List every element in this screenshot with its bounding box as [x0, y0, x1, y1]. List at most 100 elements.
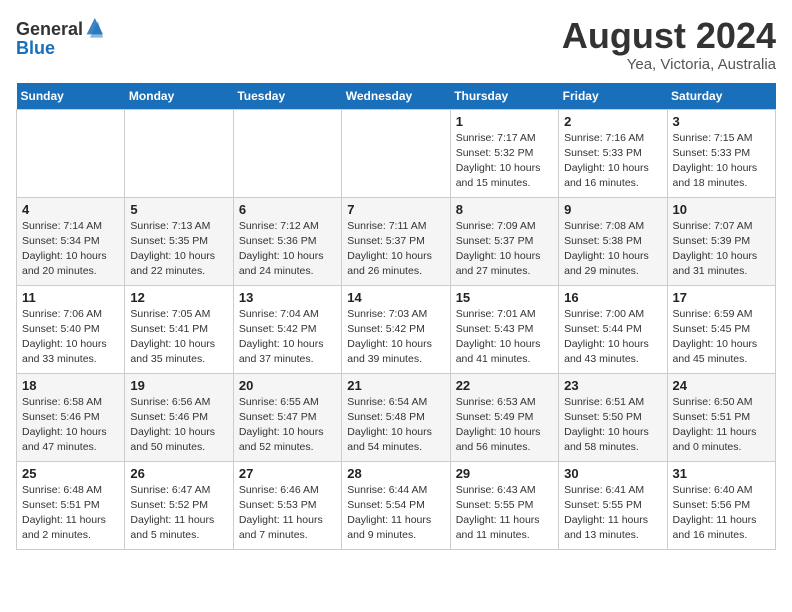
day-number: 20 — [239, 378, 336, 393]
day-number: 19 — [130, 378, 227, 393]
day-number: 1 — [456, 114, 553, 129]
day-info: Sunrise: 7:12 AMSunset: 5:36 PMDaylight:… — [239, 219, 336, 280]
day-info: Sunrise: 6:44 AMSunset: 5:54 PMDaylight:… — [347, 483, 444, 544]
calendar-cell: 24Sunrise: 6:50 AMSunset: 5:51 PMDayligh… — [667, 373, 775, 461]
logo: General Blue — [16, 16, 103, 59]
day-info: Sunrise: 6:54 AMSunset: 5:48 PMDaylight:… — [347, 395, 444, 456]
day-info: Sunrise: 6:43 AMSunset: 5:55 PMDaylight:… — [456, 483, 553, 544]
calendar-cell: 20 Sunrise: 6:55 AMSunset: 5:47 PMDayligh… — [233, 373, 341, 461]
calendar-cell: 18 Sunrise: 6:58 AMSunset: 5:46 PMDayligh… — [17, 373, 125, 461]
calendar-cell: 2 Sunrise: 7:16 AMSunset: 5:33 PMDaylight… — [559, 109, 667, 197]
day-number: 4 — [22, 202, 119, 217]
day-info: Sunrise: 7:06 AMSunset: 5:40 PMDaylight:… — [22, 307, 119, 368]
day-number: 9 — [564, 202, 661, 217]
calendar-week-row: 18 Sunrise: 6:58 AMSunset: 5:46 PMDayligh… — [17, 373, 776, 461]
calendar-cell: 3 Sunrise: 7:15 AMSunset: 5:33 PMDaylight… — [667, 109, 775, 197]
calendar-cell: 29 Sunrise: 6:43 AMSunset: 5:55 PMDayligh… — [450, 461, 558, 549]
calendar-cell: 8 Sunrise: 7:09 AMSunset: 5:37 PMDaylight… — [450, 197, 558, 285]
day-number: 29 — [456, 466, 553, 481]
calendar-cell: 6Sunrise: 7:12 AMSunset: 5:36 PMDaylight… — [233, 197, 341, 285]
calendar-cell: 16Sunrise: 7:00 AMSunset: 5:44 PMDayligh… — [559, 285, 667, 373]
calendar-week-row: 11Sunrise: 7:06 AMSunset: 5:40 PMDayligh… — [17, 285, 776, 373]
day-number: 23 — [564, 378, 661, 393]
header-thursday: Thursday — [450, 83, 558, 110]
calendar-body: 1Sunrise: 7:17 AMSunset: 5:32 PMDaylight… — [17, 109, 776, 549]
calendar-cell: 19 Sunrise: 6:56 AMSunset: 5:46 PMDayligh… — [125, 373, 233, 461]
day-info: Sunrise: 6:58 AMSunset: 5:46 PMDaylight:… — [22, 395, 119, 456]
day-info: Sunrise: 6:46 AMSunset: 5:53 PMDaylight:… — [239, 483, 336, 544]
day-info: Sunrise: 7:08 AMSunset: 5:38 PMDaylight:… — [564, 219, 661, 280]
day-number: 25 — [22, 466, 119, 481]
day-info: Sunrise: 7:16 AMSunset: 5:33 PMDaylight:… — [564, 131, 661, 192]
calendar-week-row: 25 Sunrise: 6:48 AMSunset: 5:51 PMDayligh… — [17, 461, 776, 549]
day-info: Sunrise: 7:04 AMSunset: 5:42 PMDaylight:… — [239, 307, 336, 368]
day-info: Sunrise: 6:53 AMSunset: 5:49 PMDaylight:… — [456, 395, 553, 456]
day-number: 30 — [564, 466, 661, 481]
day-info: Sunrise: 6:41 AMSunset: 5:55 PMDaylight:… — [564, 483, 661, 544]
header-monday: Monday — [125, 83, 233, 110]
calendar-cell: 13 Sunrise: 7:04 AMSunset: 5:42 PMDayligh… — [233, 285, 341, 373]
calendar-cell: 14 Sunrise: 7:03 AMSunset: 5:42 PMDayligh… — [342, 285, 450, 373]
calendar-cell: 21 Sunrise: 6:54 AMSunset: 5:48 PMDayligh… — [342, 373, 450, 461]
day-number: 13 — [239, 290, 336, 305]
day-info: Sunrise: 7:13 AMSunset: 5:35 PMDaylight:… — [130, 219, 227, 280]
day-info: Sunrise: 6:48 AMSunset: 5:51 PMDaylight:… — [22, 483, 119, 544]
day-info: Sunrise: 6:55 AMSunset: 5:47 PMDaylight:… — [239, 395, 336, 456]
month-year-title: August 2024 — [562, 16, 776, 56]
title-area: August 2024 Yea, Victoria, Australia — [562, 16, 776, 73]
calendar-cell — [17, 109, 125, 197]
header-wednesday: Wednesday — [342, 83, 450, 110]
day-number: 17 — [673, 290, 770, 305]
day-info: Sunrise: 7:09 AMSunset: 5:37 PMDaylight:… — [456, 219, 553, 280]
day-info: Sunrise: 7:07 AMSunset: 5:39 PMDaylight:… — [673, 219, 770, 280]
day-info: Sunrise: 7:15 AMSunset: 5:33 PMDaylight:… — [673, 131, 770, 192]
day-number: 14 — [347, 290, 444, 305]
day-number: 12 — [130, 290, 227, 305]
day-number: 2 — [564, 114, 661, 129]
location-subtitle: Yea, Victoria, Australia — [562, 56, 776, 73]
day-number: 3 — [673, 114, 770, 129]
day-number: 18 — [22, 378, 119, 393]
calendar-table: Sunday Monday Tuesday Wednesday Thursday… — [16, 83, 776, 550]
day-info: Sunrise: 6:59 AMSunset: 5:45 PMDaylight:… — [673, 307, 770, 368]
calendar-week-row: 1Sunrise: 7:17 AMSunset: 5:32 PMDaylight… — [17, 109, 776, 197]
day-number: 31 — [673, 466, 770, 481]
day-info: Sunrise: 6:56 AMSunset: 5:46 PMDaylight:… — [130, 395, 227, 456]
calendar-cell: 11Sunrise: 7:06 AMSunset: 5:40 PMDayligh… — [17, 285, 125, 373]
calendar-week-row: 4 Sunrise: 7:14 AMSunset: 5:34 PMDaylight… — [17, 197, 776, 285]
calendar-header: Sunday Monday Tuesday Wednesday Thursday… — [17, 83, 776, 110]
calendar-cell: 25 Sunrise: 6:48 AMSunset: 5:51 PMDayligh… — [17, 461, 125, 549]
calendar-cell — [342, 109, 450, 197]
day-info: Sunrise: 6:50 AMSunset: 5:51 PMDaylight:… — [673, 395, 770, 456]
day-number: 5 — [130, 202, 227, 217]
day-number: 8 — [456, 202, 553, 217]
day-info: Sunrise: 6:40 AMSunset: 5:56 PMDaylight:… — [673, 483, 770, 544]
day-info: Sunrise: 7:00 AMSunset: 5:44 PMDaylight:… — [564, 307, 661, 368]
day-info: Sunrise: 7:14 AMSunset: 5:34 PMDaylight:… — [22, 219, 119, 280]
calendar-cell: 4 Sunrise: 7:14 AMSunset: 5:34 PMDaylight… — [17, 197, 125, 285]
day-number: 28 — [347, 466, 444, 481]
logo-icon — [85, 16, 103, 38]
day-number: 21 — [347, 378, 444, 393]
header-saturday: Saturday — [667, 83, 775, 110]
day-info: Sunrise: 7:03 AMSunset: 5:42 PMDaylight:… — [347, 307, 444, 368]
calendar-cell — [125, 109, 233, 197]
day-number: 26 — [130, 466, 227, 481]
calendar-cell: 28 Sunrise: 6:44 AMSunset: 5:54 PMDayligh… — [342, 461, 450, 549]
page-header: General Blue August 2024 Yea, Victoria, … — [16, 16, 776, 73]
calendar-cell: 1Sunrise: 7:17 AMSunset: 5:32 PMDaylight… — [450, 109, 558, 197]
header-tuesday: Tuesday — [233, 83, 341, 110]
calendar-cell: 9 Sunrise: 7:08 AMSunset: 5:38 PMDaylight… — [559, 197, 667, 285]
day-info: Sunrise: 6:47 AMSunset: 5:52 PMDaylight:… — [130, 483, 227, 544]
calendar-cell: 10 Sunrise: 7:07 AMSunset: 5:39 PMDayligh… — [667, 197, 775, 285]
day-number: 27 — [239, 466, 336, 481]
day-number: 10 — [673, 202, 770, 217]
calendar-cell: 7Sunrise: 7:11 AMSunset: 5:37 PMDaylight… — [342, 197, 450, 285]
calendar-cell: 12Sunrise: 7:05 AMSunset: 5:41 PMDayligh… — [125, 285, 233, 373]
logo-general-text: General — [16, 20, 83, 38]
logo-blue-text: Blue — [16, 38, 55, 58]
header-friday: Friday — [559, 83, 667, 110]
weekday-header-row: Sunday Monday Tuesday Wednesday Thursday… — [17, 83, 776, 110]
calendar-cell: 15Sunrise: 7:01 AMSunset: 5:43 PMDayligh… — [450, 285, 558, 373]
day-info: Sunrise: 7:01 AMSunset: 5:43 PMDaylight:… — [456, 307, 553, 368]
